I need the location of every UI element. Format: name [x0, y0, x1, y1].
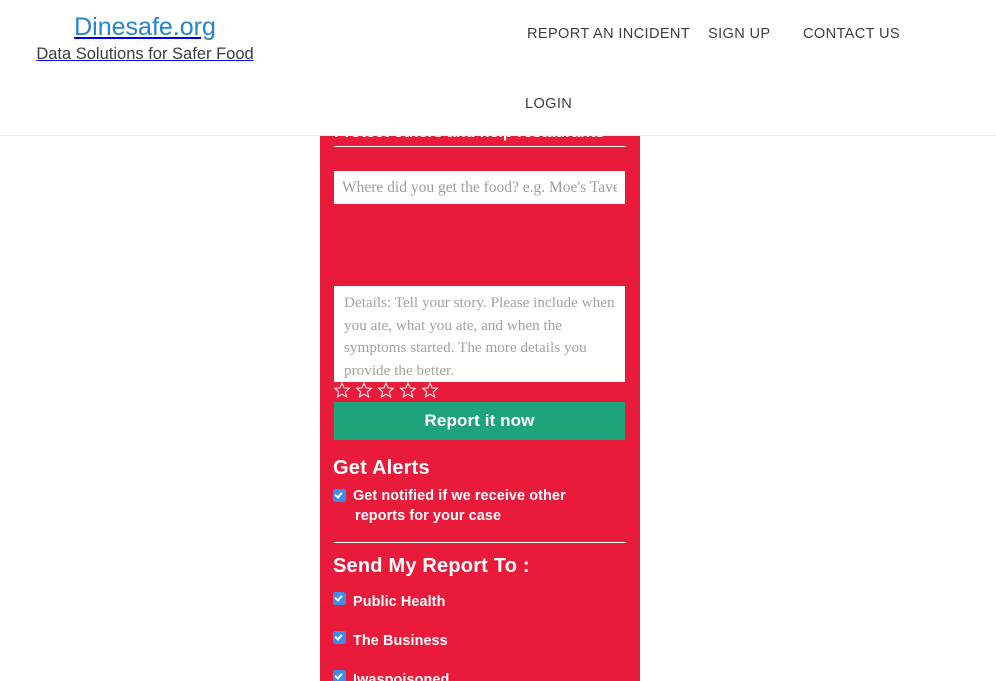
star-outline-icon[interactable]: [421, 381, 439, 400]
incident-details-textarea[interactable]: [334, 286, 625, 382]
star-outline-icon[interactable]: [333, 381, 351, 400]
panel-divider-top: [334, 146, 626, 147]
panel-heading-clip: Protect others and help restaurants: [320, 136, 640, 145]
nav-item-report-an-incident[interactable]: REPORT AN INCIDENT: [527, 25, 690, 43]
checkbox-label-the-business: The Business: [353, 633, 448, 649]
rating-star-group[interactable]: [333, 381, 439, 400]
checkbox-label-notify-other-reports: Get notified if we receive other reports…: [353, 488, 566, 524]
send-to-option-the-business[interactable]: The Business: [333, 631, 449, 651]
brand-logo-link[interactable]: Dinesafe.org Data Solutions for Safer Fo…: [0, 12, 290, 65]
nav-item-sign-up[interactable]: SIGN UP: [708, 25, 770, 43]
checkbox-label-public-health: Public Health: [353, 594, 446, 610]
checkbox-iwaspoisoned[interactable]: [333, 670, 346, 681]
alerts-option-row[interactable]: Get notified if we receive other reports…: [333, 486, 588, 526]
checkbox-public-health[interactable]: [333, 592, 346, 605]
checkbox-notify-other-reports[interactable]: [333, 489, 346, 502]
panel-heading: Protect others and help restaurants: [334, 136, 604, 142]
send-to-option-public-health[interactable]: Public Health: [333, 592, 449, 612]
brand-tagline: Data Solutions for Safer Food: [36, 45, 254, 63]
nav-item-login[interactable]: LOGIN: [525, 95, 572, 113]
send-report-to-title: Send My Report To :: [333, 555, 530, 577]
site-header: Dinesafe.org Data Solutions for Safer Fo…: [0, 0, 996, 136]
star-outline-icon[interactable]: [377, 381, 395, 400]
nav-item-contact-us[interactable]: CONTACT US: [803, 25, 900, 43]
venue-name-input[interactable]: [334, 171, 625, 204]
brand-title: Dinesafe.org: [74, 13, 216, 41]
checkbox-label-iwaspoisoned: Iwaspoisoned: [353, 672, 450, 681]
panel-divider-send-to: [334, 542, 626, 543]
report-incident-panel: Protect others and help restaurants Leav…: [320, 136, 640, 681]
get-alerts-title: Get Alerts: [333, 457, 430, 479]
send-to-option-iwaspoisoned[interactable]: Iwaspoisoned: [333, 670, 449, 681]
checkbox-the-business[interactable]: [333, 631, 346, 644]
star-outline-icon[interactable]: [399, 381, 417, 400]
star-outline-icon[interactable]: [355, 381, 373, 400]
report-it-now-button[interactable]: Report it now: [334, 402, 625, 440]
send-report-to-list: Public Health The Business Iwaspoisoned: [333, 592, 449, 681]
